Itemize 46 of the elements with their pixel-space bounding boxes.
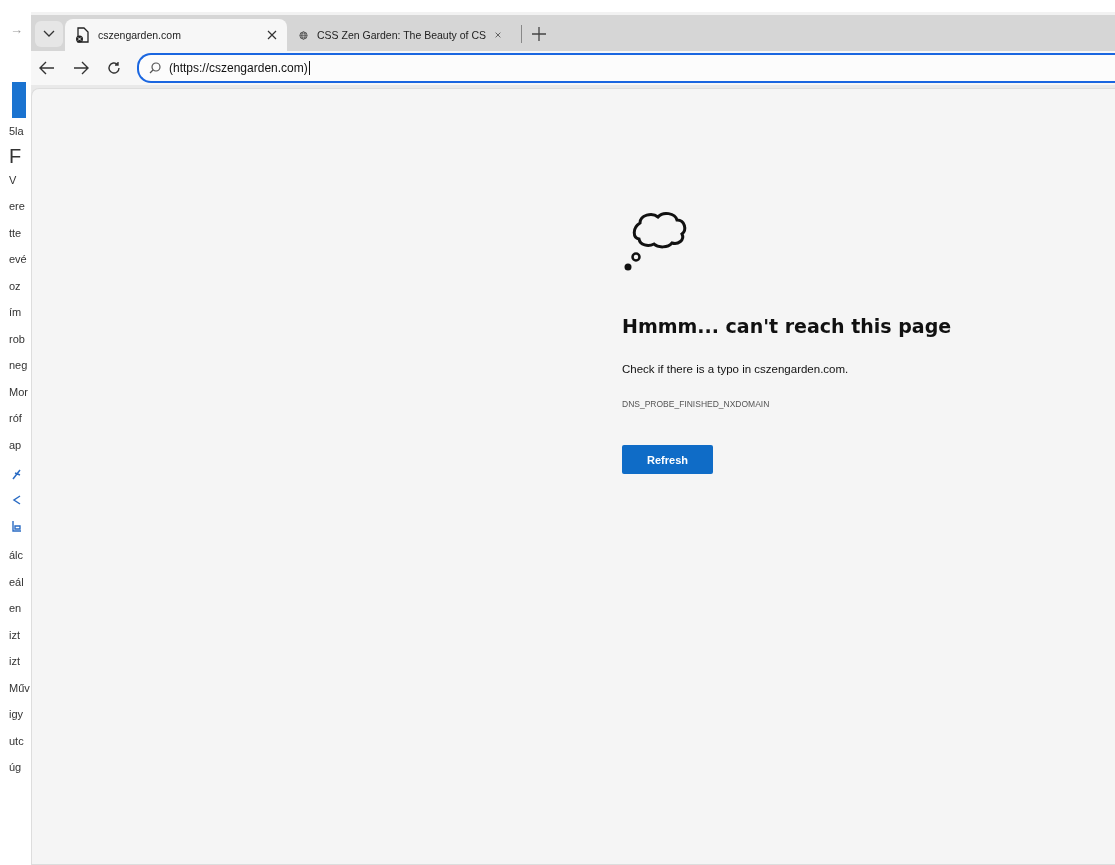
- window-text: evé: [8, 252, 28, 267]
- toolbar-block: [12, 82, 26, 118]
- window-text: Mor: [8, 384, 29, 400]
- error-code: DNS_PROBE_FINISHED_NXDOMAIN: [622, 399, 770, 409]
- window-text: eál: [8, 574, 25, 590]
- window-text: oz: [8, 278, 22, 294]
- refresh-button[interactable]: Refresh: [622, 445, 713, 474]
- document-icon: [12, 520, 22, 532]
- window-text: ap: [8, 437, 23, 453]
- browser-tab[interactable]: cszengarden.com: [65, 19, 287, 51]
- tab-title: cszengarden.com: [98, 29, 182, 41]
- window-text: V: [8, 172, 18, 188]
- window-text: igy: [8, 707, 25, 722]
- window-text: Műv: [8, 680, 31, 696]
- window-text: en: [8, 601, 23, 616]
- pen-icon: [12, 468, 22, 480]
- error-message: Check if there is a typo in cszengarden.com.: [622, 363, 849, 375]
- address-text: (https://cszengarden.com): [169, 61, 308, 75]
- back-icon[interactable]: [39, 61, 55, 75]
- error-heading: Hmmm... can't reach this page: [622, 315, 952, 337]
- close-icon[interactable]: [267, 30, 277, 40]
- window-text: ere: [8, 199, 26, 214]
- thought-bubble-icon: [622, 209, 688, 273]
- chevron-down-icon: [43, 30, 55, 38]
- window-text: rob: [8, 331, 26, 347]
- new-tab-icon[interactable]: [532, 27, 546, 41]
- window-text: izt: [8, 654, 21, 669]
- address-field[interactable]: (https://cszengarden.com): [137, 53, 1115, 83]
- window-text: →: [10, 22, 24, 39]
- chevron-left-icon: [12, 494, 22, 506]
- broken-page-icon: [75, 27, 89, 43]
- browser-tab[interactable]: CSS Zen Garden: The Beauty of CS: [289, 19, 511, 51]
- refresh-icon[interactable]: [107, 61, 121, 75]
- window-text: álc: [8, 548, 25, 563]
- window-text: ím: [8, 305, 23, 320]
- forward-icon[interactable]: [73, 61, 89, 75]
- window-text: neg: [8, 358, 29, 373]
- window-text: F: [8, 144, 23, 167]
- window-text: tte: [8, 225, 23, 241]
- tab-title: CSS Zen Garden: The Beauty of CS: [316, 29, 487, 41]
- window-text: utc: [8, 733, 25, 749]
- search-icon: [149, 62, 161, 74]
- window-text: úg: [8, 760, 23, 775]
- window-text: róf: [8, 411, 23, 426]
- window-text: 5la: [8, 124, 25, 139]
- window-text: izt: [8, 627, 21, 643]
